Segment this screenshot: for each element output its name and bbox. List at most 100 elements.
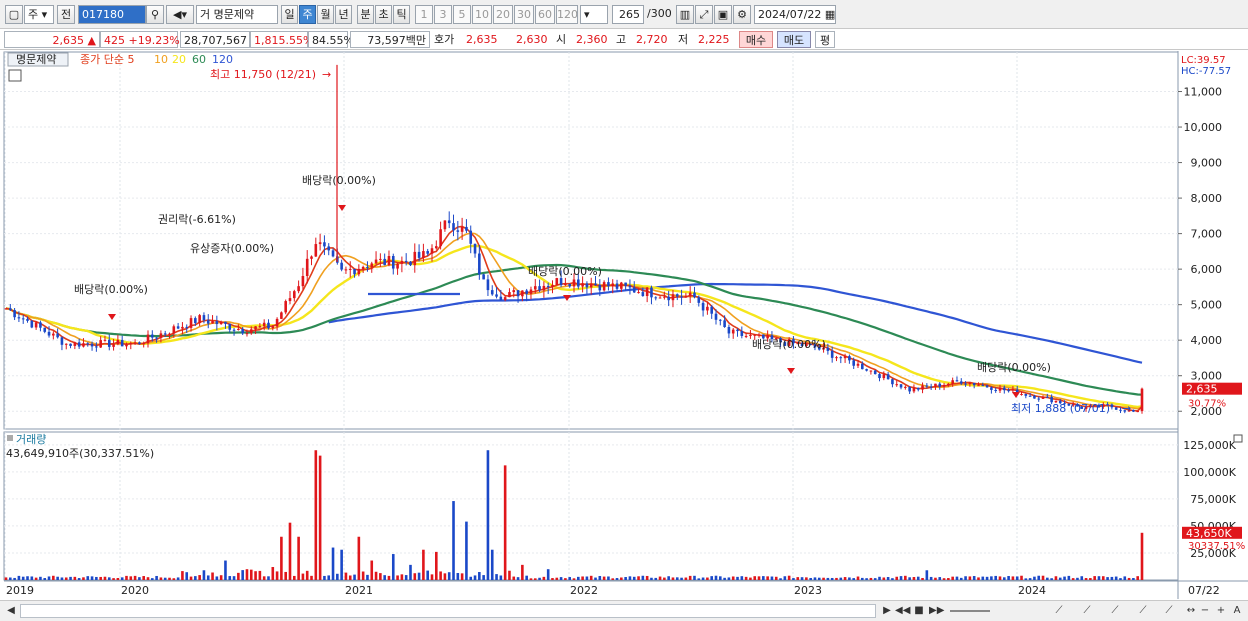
volume-bar (348, 575, 352, 580)
interval-1[interactable]: 1 (415, 5, 433, 24)
rewind-icon[interactable]: ◀◀ (895, 604, 910, 618)
volume-bar (280, 536, 283, 580)
chart-svg: 2019 2020 2021 2022 2023 2024 07/22 11,000 10,00… (0, 51, 1248, 599)
candle-body (542, 285, 546, 291)
volume-bar (551, 578, 554, 580)
prev-button[interactable]: 전 (57, 5, 75, 24)
volume-bar (684, 577, 688, 580)
candle-body (13, 310, 16, 318)
candle-body (82, 343, 85, 347)
volume-bar (211, 572, 214, 580)
volume-bar (69, 576, 72, 580)
pan-icon[interactable]: ↔ (1184, 604, 1198, 618)
volume-bar (284, 571, 287, 580)
period-month[interactable]: 월 (317, 5, 334, 24)
tool-icon[interactable]: ⤢ (695, 5, 713, 24)
volume-bar (809, 577, 812, 580)
gear-icon[interactable]: ⚙ (733, 5, 751, 24)
auto-scale-icon[interactable]: A (1230, 604, 1244, 618)
eval-button[interactable]: 평 (815, 31, 835, 48)
period-day[interactable]: 일 (281, 5, 298, 24)
volume-bar (912, 577, 916, 580)
candle-body (753, 334, 757, 336)
stock-name-field[interactable]: 거 명문제약 (196, 5, 278, 24)
count-input[interactable]: 265 (612, 5, 644, 24)
period-week[interactable]: 주 (299, 5, 316, 24)
stop-icon[interactable]: ■ (912, 604, 926, 618)
draw-tool-icon[interactable]: ⟋ (1136, 604, 1150, 618)
period-year[interactable]: 년 (335, 5, 352, 24)
scroll-track[interactable] (20, 604, 876, 618)
period-minute[interactable]: 분 (357, 5, 374, 24)
candle-body (654, 297, 658, 299)
volume-bar (155, 575, 158, 580)
volume-bar (1007, 576, 1010, 580)
volume-bar (667, 576, 670, 580)
zoom-in-icon[interactable]: + (1214, 604, 1228, 618)
interval-3[interactable]: 3 (434, 5, 452, 24)
chart-area[interactable]: 2019 2020 2021 2022 2023 2024 07/22 11,000 10,00… (0, 51, 1248, 599)
save-icon[interactable]: ▣ (714, 5, 732, 24)
ma-legend-period: 60 (192, 53, 206, 66)
candle-body (568, 283, 571, 287)
candle-body (198, 315, 201, 324)
candle-body (211, 321, 214, 324)
interval-30[interactable]: 30 (514, 5, 534, 24)
volume-bar (998, 576, 1002, 580)
period-tick[interactable]: 틱 (393, 5, 410, 24)
draw-tool-icon[interactable]: ⟋ (1162, 604, 1176, 618)
ma-legend-label: 종가 단순 5 (80, 53, 134, 66)
volume-bar (774, 576, 778, 580)
candle-body (417, 251, 421, 258)
draw-tool-icon[interactable]: ⟋ (1108, 604, 1122, 618)
window-icon[interactable]: ▢ (5, 5, 23, 24)
scroll-bar[interactable]: ◀ ▶ ◀◀ ■ ▶▶ ⟋ ⟋ ⟋ ⟋ ⟋ ↔ − + A (0, 600, 1248, 621)
volume-bar (731, 576, 735, 580)
time-axis-label: 2019 (6, 584, 34, 597)
candle-body (95, 346, 98, 348)
volume-bar (1076, 577, 1079, 580)
sell-button[interactable]: 매도 (777, 31, 811, 48)
volume-bar (331, 547, 335, 580)
interval-custom-select[interactable]: ▾ (580, 5, 608, 24)
candle-icon[interactable]: ▥ (676, 5, 694, 24)
interval-5[interactable]: 5 (453, 5, 471, 24)
speaker-icon[interactable]: ◀▾ (166, 5, 194, 24)
zoom-out-icon[interactable]: − (1198, 604, 1212, 618)
draw-tool-icon[interactable]: ⟋ (1052, 604, 1066, 618)
volume-bar (1003, 577, 1006, 580)
record-high-arrow: → (322, 68, 331, 81)
volume: 28,707,567 (180, 31, 250, 48)
candle-body (120, 339, 124, 347)
volume-bar (1071, 578, 1075, 580)
candle-body (125, 344, 128, 347)
scroll-left-icon[interactable]: ◀ (4, 604, 18, 618)
candle-body (697, 297, 701, 303)
interval-120[interactable]: 120 (556, 5, 578, 24)
volume-bar (318, 455, 322, 580)
buy-button[interactable]: 매수 (739, 31, 773, 48)
mode-select[interactable]: 주 ▾ (24, 5, 54, 24)
interval-10[interactable]: 10 (472, 5, 492, 24)
interval-20[interactable]: 20 (493, 5, 513, 24)
dividend-label-1: 배당락(0.00%) (74, 283, 148, 296)
volume-bar (693, 575, 696, 580)
candle-body (602, 282, 606, 291)
period-second[interactable]: 초 (375, 5, 392, 24)
quote-bar: 2,635 ▲ 425 +19.23% 28,707,567 1,815.55%… (0, 29, 1248, 50)
date-input[interactable]: 2024/07/22 ▦ (754, 5, 836, 24)
candle-body (1110, 404, 1114, 408)
price-axis-label: 6,000 (1191, 263, 1223, 276)
volume-bar (77, 578, 81, 580)
interval-60[interactable]: 60 (535, 5, 555, 24)
stock-code-input[interactable]: 017180 (78, 5, 146, 24)
volume-bar (533, 578, 537, 580)
search-icon[interactable]: ⚲ (146, 5, 164, 24)
scroll-right-icon[interactable]: ▶ (880, 604, 894, 618)
volume-bar (430, 574, 434, 580)
draw-tool-icon[interactable]: ⟋ (1080, 604, 1094, 618)
zoom-slider[interactable] (950, 610, 990, 612)
volume-bar (744, 576, 748, 580)
candle-body (288, 298, 292, 302)
forward-icon[interactable]: ▶▶ (929, 604, 944, 618)
